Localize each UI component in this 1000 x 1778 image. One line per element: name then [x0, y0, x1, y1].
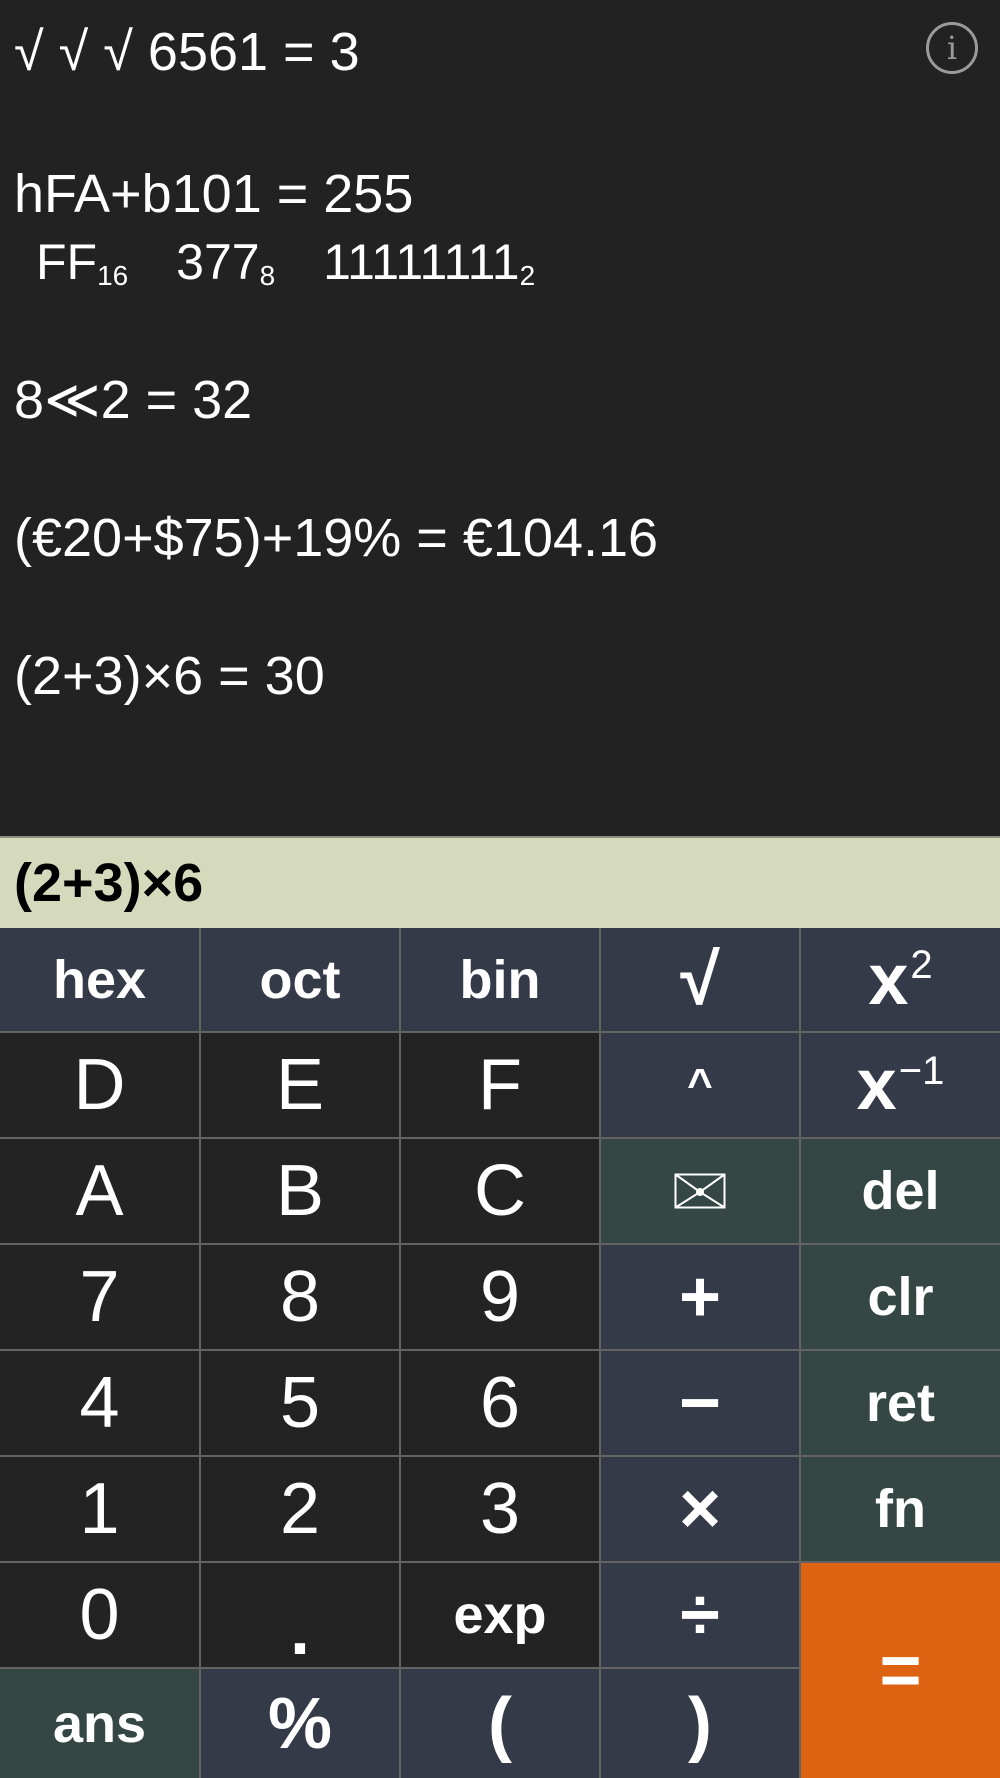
history-line-paren: (2+3)×6 = 30 [14, 646, 325, 706]
function-key[interactable]: fn [801, 1457, 1000, 1561]
history-line-sqrt: √ √ √ 6561 = 3 [14, 22, 360, 82]
power-key[interactable]: ^ [601, 1033, 799, 1137]
input-expression: (2+3)×6 [14, 853, 204, 913]
envelope-icon [674, 1173, 726, 1209]
conversion-hex: FF16 [36, 234, 129, 291]
digit-9-key[interactable]: 9 [401, 1245, 599, 1349]
share-key[interactable] [601, 1139, 799, 1243]
digit-4-key[interactable]: 4 [0, 1351, 199, 1455]
divide-key[interactable]: ÷ [601, 1563, 799, 1667]
digit-6-key[interactable]: 6 [401, 1351, 599, 1455]
history-line-hex: hFA+b101 = 255 [14, 164, 414, 224]
minus-key[interactable]: − [601, 1351, 799, 1455]
decimal-point-key[interactable]: . [201, 1563, 399, 1670]
plus-key[interactable]: + [601, 1245, 799, 1349]
exponent-key[interactable]: exp [401, 1563, 599, 1667]
hex-key[interactable]: hex [0, 928, 199, 1031]
digit-8-key[interactable]: 8 [201, 1245, 399, 1349]
digit-0-key[interactable]: 0 [0, 1563, 199, 1667]
return-key[interactable]: ret [801, 1351, 1000, 1455]
hex-digit-e-key[interactable]: E [201, 1033, 399, 1137]
right-paren-key[interactable]: ) [601, 1669, 799, 1778]
answer-key[interactable]: ans [0, 1669, 199, 1778]
hex-digit-c-key[interactable]: C [401, 1139, 599, 1243]
history-panel[interactable]: √ √ √ 6561 = 3 i hFA+b101 = 255 FF16 377… [0, 0, 1000, 836]
bin-key[interactable]: bin [401, 928, 599, 1031]
hex-digit-f-key[interactable]: F [401, 1033, 599, 1137]
multiply-key[interactable]: × [601, 1457, 799, 1561]
digit-5-key[interactable]: 5 [201, 1351, 399, 1455]
digit-1-key[interactable]: 1 [0, 1457, 199, 1561]
percent-key[interactable]: % [201, 1669, 399, 1778]
info-icon[interactable]: i [926, 22, 978, 74]
square-key[interactable]: x2 [801, 928, 1000, 1031]
clear-key[interactable]: clr [801, 1245, 1000, 1349]
hex-digit-d-key[interactable]: D [0, 1033, 199, 1137]
digit-2-key[interactable]: 2 [201, 1457, 399, 1561]
input-field[interactable]: (2+3)×6 [0, 836, 1000, 928]
conversion-bin: 111111112 [323, 234, 536, 291]
reciprocal-key[interactable]: x −1 [801, 1033, 1000, 1137]
left-paren-key[interactable]: ( [401, 1669, 599, 1778]
digit-7-key[interactable]: 7 [0, 1245, 199, 1349]
delete-key[interactable]: del [801, 1139, 1000, 1243]
history-line-shift: 8≪2 = 32 [14, 370, 253, 430]
hex-digit-b-key[interactable]: B [201, 1139, 399, 1243]
sqrt-key[interactable]: √ [601, 928, 799, 1031]
history-line-conversions: FF16 3778 111111112 [36, 232, 569, 306]
oct-key[interactable]: oct [201, 928, 399, 1031]
conversion-oct: 3778 [176, 234, 276, 291]
equals-key[interactable]: = [801, 1563, 1000, 1778]
history-line-currency: (€20+$75)+19% = €104.16 [14, 508, 659, 568]
hex-digit-a-key[interactable]: A [0, 1139, 199, 1243]
digit-3-key[interactable]: 3 [401, 1457, 599, 1561]
keypad: hex oct bin √ x2 D E F ^ x −1 A B C del 7… [0, 928, 1000, 1778]
